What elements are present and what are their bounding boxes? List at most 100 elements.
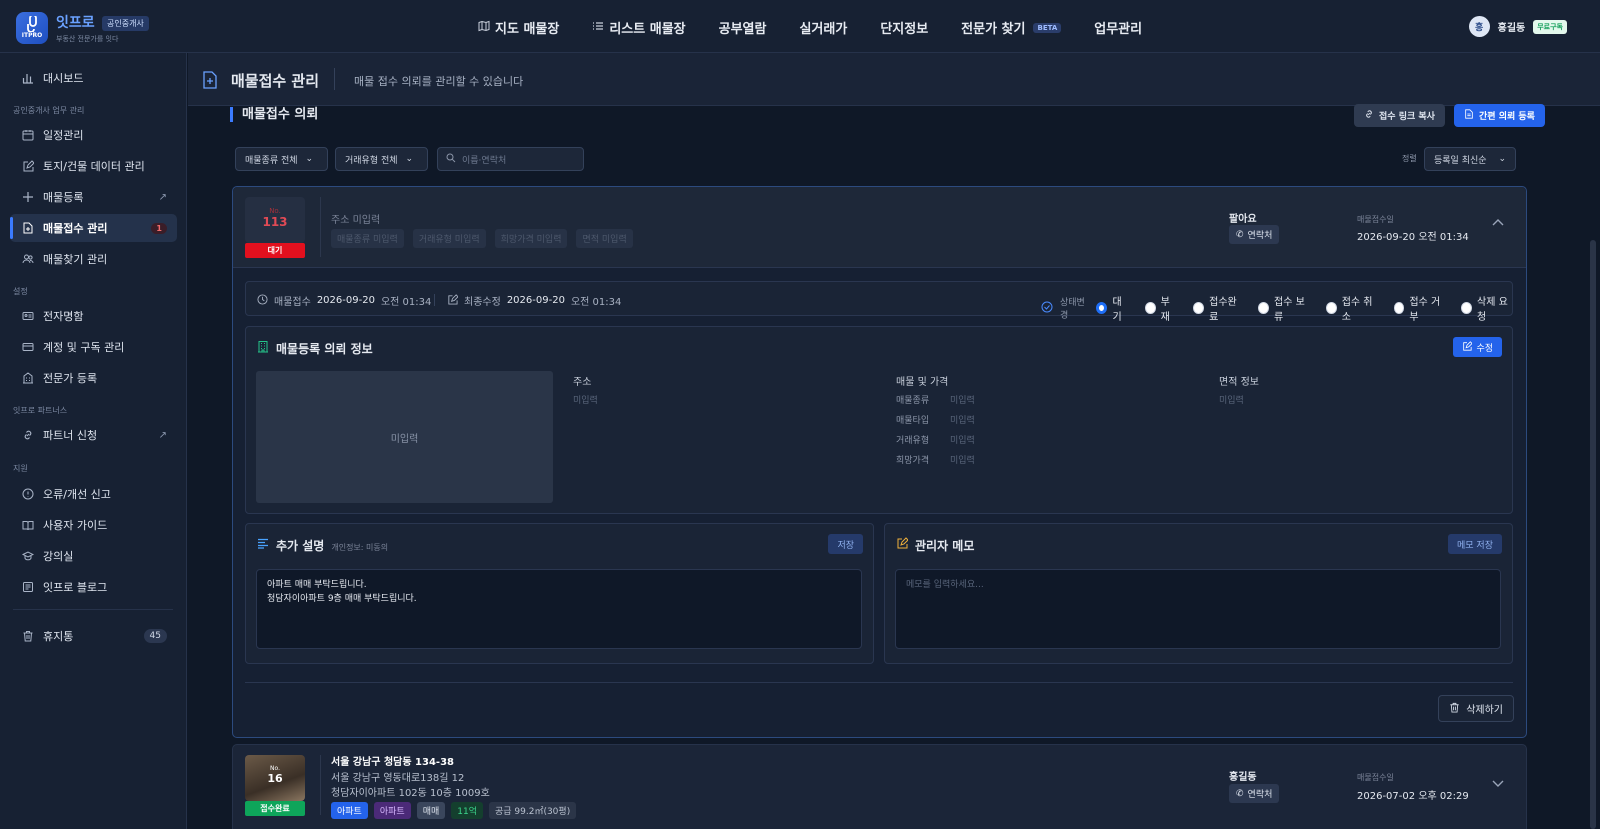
field-value: 미입력: [950, 416, 975, 426]
section-title: 매물접수 의뢰: [230, 107, 318, 122]
copy-link-button[interactable]: 접수 링크 복사: [1354, 104, 1445, 127]
sidebar-item-intake[interactable]: 매물접수 관리 1: [10, 214, 177, 242]
tag-list: 매물종류 미입력 거래유형 미입력 희망가격 미입력 면적 미입력: [331, 229, 633, 248]
sidebar-item-guide[interactable]: 사용자 가이드: [10, 511, 177, 539]
deal-type-select[interactable]: 거래유형 전체 ⌄: [335, 147, 428, 171]
sidebar-item-find[interactable]: 매물찾기 관리: [10, 245, 177, 273]
status-radio-reject[interactable]: 접수 거부: [1393, 293, 1445, 323]
description-textarea[interactable]: 아파트 매매 부탁드립니다. 청담자이아파트 9층 매매 부탁드립니다.: [256, 569, 862, 649]
count-badge: 1: [151, 222, 167, 234]
radio-circle[interactable]: [1461, 302, 1473, 314]
trash-icon: [1449, 702, 1460, 716]
button-label: 삭제하기: [1466, 705, 1503, 716]
radio-circle[interactable]: [1325, 302, 1337, 314]
sidebar-item-report[interactable]: 오류/개선 신고: [10, 480, 177, 508]
address-line-2: 서울 강남구 영동대로138길 12: [331, 773, 465, 784]
status-radio-cancel[interactable]: 접수 취소: [1325, 293, 1377, 323]
sidebar-item-label: 잇프로 블로그: [43, 581, 108, 594]
sidebar-item-blog[interactable]: 잇프로 블로그: [10, 573, 177, 601]
property-type-select[interactable]: 매물종류 전체 ⌄: [235, 147, 328, 171]
tag: 매매: [416, 802, 446, 819]
received-label: 매물접수일: [1357, 773, 1394, 782]
calendar-icon: [21, 129, 34, 142]
sidebar-item-label: 강의실: [43, 550, 74, 563]
sidebar-item-label: 휴지통: [43, 630, 74, 643]
save-button[interactable]: 저장: [828, 534, 863, 554]
credit-card-icon: [21, 341, 34, 354]
nav-registry[interactable]: 공부열람: [719, 18, 767, 37]
sidebar-item-register[interactable]: 매물등록 ↗: [10, 183, 177, 211]
quick-register-button[interactable]: 간편 의뢰 등록: [1454, 104, 1545, 127]
status-radio-delete-request[interactable]: 삭제 요청: [1461, 293, 1512, 323]
edit-button[interactable]: 수정: [1453, 337, 1502, 357]
sidebar-item-business-card[interactable]: 전자명함: [10, 302, 177, 330]
memo-textarea[interactable]: 메모를 입력하세요...: [895, 569, 1501, 649]
nav-map-listings[interactable]: 지도 매물장: [478, 18, 559, 37]
sidebar-divider: [13, 609, 173, 610]
sidebar-item-trash[interactable]: 휴지통 45: [10, 622, 177, 650]
radio-circle[interactable]: [1096, 302, 1108, 314]
status-radio-absent[interactable]: 부재: [1144, 293, 1176, 323]
search-icon: [446, 153, 456, 166]
sidebar-item-expert-register[interactable]: 전문가 등록: [10, 364, 177, 392]
sidebar-item-label: 전자명함: [43, 310, 84, 323]
modified-meta: 최종수정 2026-09-20 오전 01:34: [447, 293, 621, 308]
sidebar-item-partner[interactable]: 파트너 신청 ↗: [10, 421, 177, 449]
logo[interactable]: ITPRO: [16, 12, 48, 44]
arrow-up-right-icon: ↗: [158, 191, 167, 203]
search-placeholder: 이름·연락처: [462, 155, 507, 166]
radio-circle[interactable]: [1193, 302, 1205, 314]
meta-row: 매물접수 2026-09-20 오전 01:34 최종수정 2026-09-20 오…: [245, 281, 1513, 323]
avatar[interactable]: 홍: [1468, 16, 1490, 37]
sidebar-item-dashboard[interactable]: 대시보드: [10, 64, 177, 92]
nav-work-management[interactable]: 업무관리: [1094, 18, 1142, 37]
tag: 희망가격 미입력: [494, 229, 568, 248]
plan-badge: 무료구독: [1533, 19, 1567, 34]
card-header[interactable]: No. 113 대기 주소 미입력 매물종류 미입력 거래유형 미입력 희망가격…: [233, 187, 1526, 268]
status-radio-waiting[interactable]: 대기: [1096, 293, 1127, 323]
sidebar-item-schedule[interactable]: 일정관리: [10, 121, 177, 149]
user-menu[interactable]: 홍 홍길동 무료구독: [1468, 16, 1567, 37]
nav-list-listings[interactable]: 리스트 매물장: [592, 18, 686, 37]
address-header: 주소: [573, 377, 592, 388]
status-radio-completed[interactable]: 접수완료: [1193, 293, 1241, 323]
nav-complex-info[interactable]: 단지정보: [880, 18, 928, 37]
contact-button[interactable]: ✆ 연락처: [1229, 225, 1280, 244]
chevron-down-icon: ⌄: [405, 154, 414, 164]
sidebar-item-land-data[interactable]: 토지/건물 데이터 관리: [10, 152, 177, 180]
sidebar-item-label: 매물접수 관리: [43, 222, 108, 235]
radio-circle[interactable]: [1393, 302, 1405, 314]
search-input[interactable]: 이름·연락처: [437, 147, 584, 171]
sidebar-item-account[interactable]: 계정 및 구독 관리: [10, 333, 177, 361]
meta-label: 최종수정: [464, 297, 501, 308]
button-label: 접수 링크 복사: [1379, 112, 1435, 122]
nav-real-price[interactable]: 실거래가: [799, 18, 847, 37]
memo-save-button[interactable]: 메모 저장: [1448, 534, 1502, 554]
chevron-up-icon[interactable]: [1491, 217, 1505, 230]
meta-time: 오전 01:34: [380, 297, 432, 308]
number-label: No.: [270, 765, 280, 772]
user-name[interactable]: 홍길동: [1498, 19, 1526, 34]
nav-find-expert[interactable]: 전문가 찾기 BETA: [961, 18, 1062, 37]
chevron-down-icon[interactable]: [1491, 779, 1505, 792]
status-radio-hold[interactable]: 접수 보류: [1258, 293, 1309, 323]
sort-label: 정렬: [1402, 154, 1417, 163]
edit-icon: [896, 537, 909, 552]
button-label: 연락처: [1247, 790, 1273, 800]
contact-button[interactable]: ✆ 연락처: [1229, 784, 1280, 803]
radio-circle[interactable]: [1144, 302, 1156, 314]
status-badge: 접수완료: [245, 801, 305, 816]
field-value: 미입력: [950, 396, 975, 406]
radio-circle[interactable]: [1258, 302, 1270, 314]
scrollbar-thumb[interactable]: [1590, 240, 1596, 829]
sidebar-item-label: 계정 및 구독 관리: [43, 341, 125, 354]
sidebar-item-lecture[interactable]: 강의실: [10, 542, 177, 570]
panel-title: 관리자 메모: [915, 539, 975, 553]
number-box: No. 113: [245, 197, 305, 243]
received-meta: 매물접수 2026-09-20 오전 01:34: [257, 293, 431, 308]
sort-select[interactable]: 등록일 최신순 ⌄: [1424, 147, 1516, 171]
delete-button[interactable]: 삭제하기: [1438, 695, 1514, 722]
brand-name[interactable]: 잇프로: [56, 12, 95, 32]
map-icon: [478, 20, 490, 36]
intake-card[interactable]: No. 16 접수완료 서울 강남구 청담동 134-38 서울 강남구 영동대…: [232, 744, 1527, 829]
